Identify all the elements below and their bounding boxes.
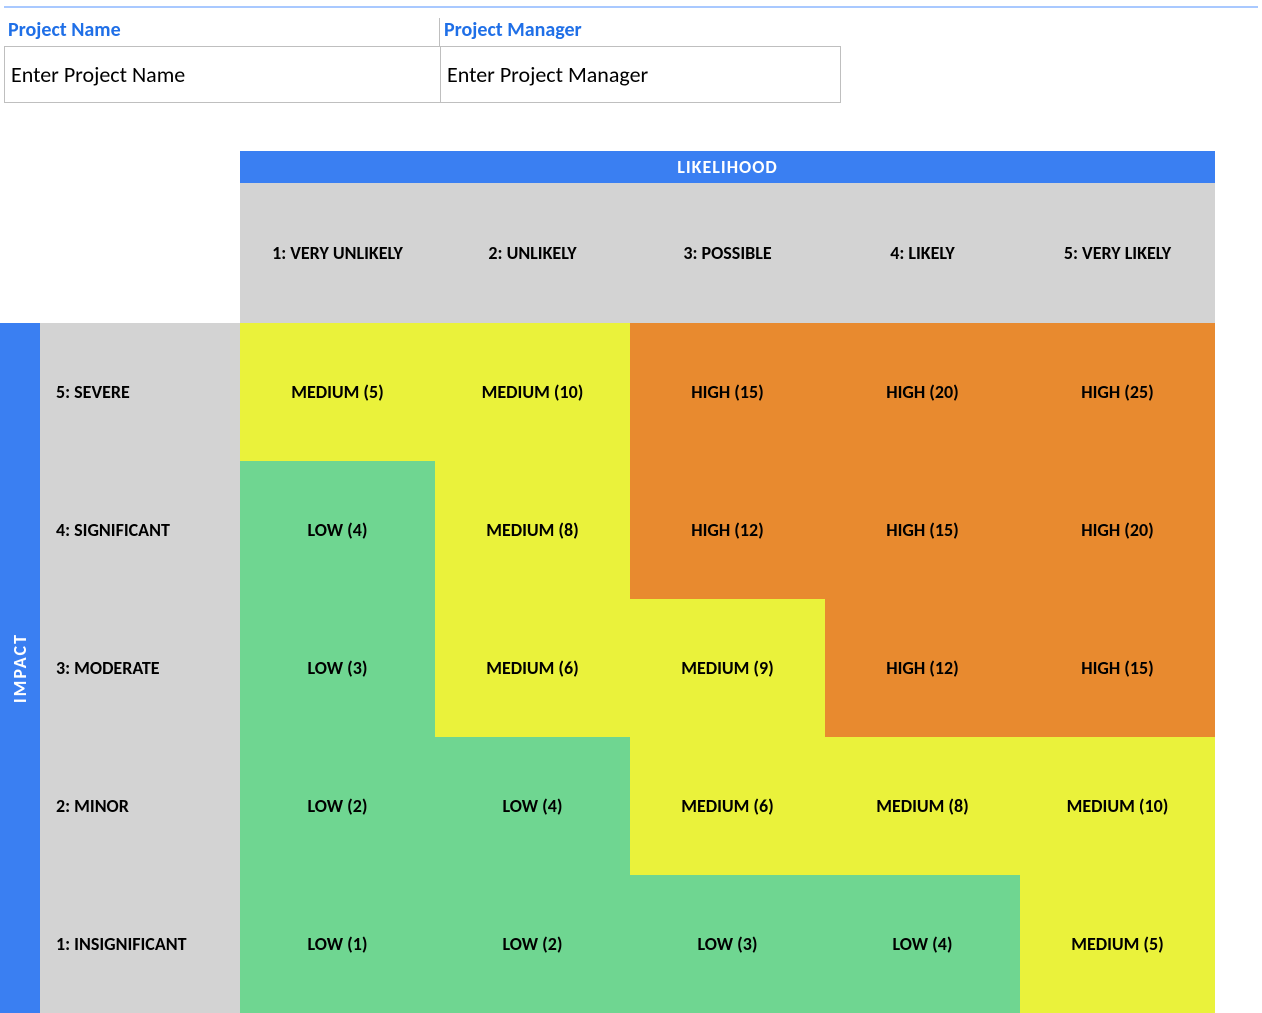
matrix-cells: MEDIUM (5)MEDIUM (10)HIGH (15)HIGH (20)H…	[240, 323, 1215, 1013]
likelihood-headers: 1: VERY UNLIKELY 2: UNLIKELY 3: POSSIBLE…	[240, 183, 1215, 323]
risk-cell-4-2[interactable]: LOW (3)	[630, 875, 825, 1013]
likelihood-col-5: 5: VERY LIKELY	[1020, 183, 1215, 323]
impact-row-2: 2: MINOR	[40, 737, 240, 875]
risk-cell-0-4[interactable]: HIGH (25)	[1020, 323, 1215, 461]
impact-headers: 5: SEVERE 4: SIGNIFICANT 3: MODERATE 2: …	[40, 323, 240, 1013]
impact-row-1: 1: INSIGNIFICANT	[40, 875, 240, 1013]
project-name-label: Project Name	[4, 18, 440, 46]
risk-cell-2-0[interactable]: LOW (3)	[240, 599, 435, 737]
risk-cell-1-4[interactable]: HIGH (20)	[1020, 461, 1215, 599]
risk-cell-3-3[interactable]: MEDIUM (8)	[825, 737, 1020, 875]
project-manager-label: Project Manager	[440, 18, 838, 46]
impact-title-bar: IMPACT	[0, 323, 40, 1013]
risk-cell-1-2[interactable]: HIGH (12)	[630, 461, 825, 599]
risk-cell-2-3[interactable]: HIGH (12)	[825, 599, 1020, 737]
risk-cell-1-0[interactable]: LOW (4)	[240, 461, 435, 599]
risk-cell-3-4[interactable]: MEDIUM (10)	[1020, 737, 1215, 875]
impact-row-4: 4: SIGNIFICANT	[40, 461, 240, 599]
risk-cell-3-1[interactable]: LOW (4)	[435, 737, 630, 875]
impact-row-5: 5: SEVERE	[40, 323, 240, 461]
risk-cell-2-2[interactable]: MEDIUM (9)	[630, 599, 825, 737]
risk-cell-0-1[interactable]: MEDIUM (10)	[435, 323, 630, 461]
risk-cell-3-2[interactable]: MEDIUM (6)	[630, 737, 825, 875]
risk-cell-4-4[interactable]: MEDIUM (5)	[1020, 875, 1215, 1013]
risk-cell-4-1[interactable]: LOW (2)	[435, 875, 630, 1013]
risk-cell-0-3[interactable]: HIGH (20)	[825, 323, 1020, 461]
risk-cell-2-1[interactable]: MEDIUM (6)	[435, 599, 630, 737]
risk-cell-0-0[interactable]: MEDIUM (5)	[240, 323, 435, 461]
risk-cell-1-3[interactable]: HIGH (15)	[825, 461, 1020, 599]
risk-cell-3-0[interactable]: LOW (2)	[240, 737, 435, 875]
risk-cell-4-3[interactable]: LOW (4)	[825, 875, 1020, 1013]
top-rule	[4, 6, 1258, 8]
risk-cell-2-4[interactable]: HIGH (15)	[1020, 599, 1215, 737]
likelihood-title: LIKELIHOOD	[240, 151, 1215, 183]
likelihood-col-4: 4: LIKELY	[825, 183, 1020, 323]
risk-cell-0-2[interactable]: HIGH (15)	[630, 323, 825, 461]
project-manager-input[interactable]: Enter Project Manager	[441, 47, 839, 102]
impact-row-3: 3: MODERATE	[40, 599, 240, 737]
field-header-row: Project Name Project Manager	[4, 18, 839, 46]
project-name-input[interactable]: Enter Project Name	[5, 47, 441, 102]
likelihood-col-2: 2: UNLIKELY	[435, 183, 630, 323]
risk-matrix: LIKELIHOOD 1: VERY UNLIKELY 2: UNLIKELY …	[0, 151, 1215, 1013]
risk-cell-1-1[interactable]: MEDIUM (8)	[435, 461, 630, 599]
likelihood-col-1: 1: VERY UNLIKELY	[240, 183, 435, 323]
field-value-row: Enter Project Name Enter Project Manager	[4, 46, 841, 103]
impact-title: IMPACT	[9, 633, 31, 703]
risk-cell-4-0[interactable]: LOW (1)	[240, 875, 435, 1013]
likelihood-col-3: 3: POSSIBLE	[630, 183, 825, 323]
